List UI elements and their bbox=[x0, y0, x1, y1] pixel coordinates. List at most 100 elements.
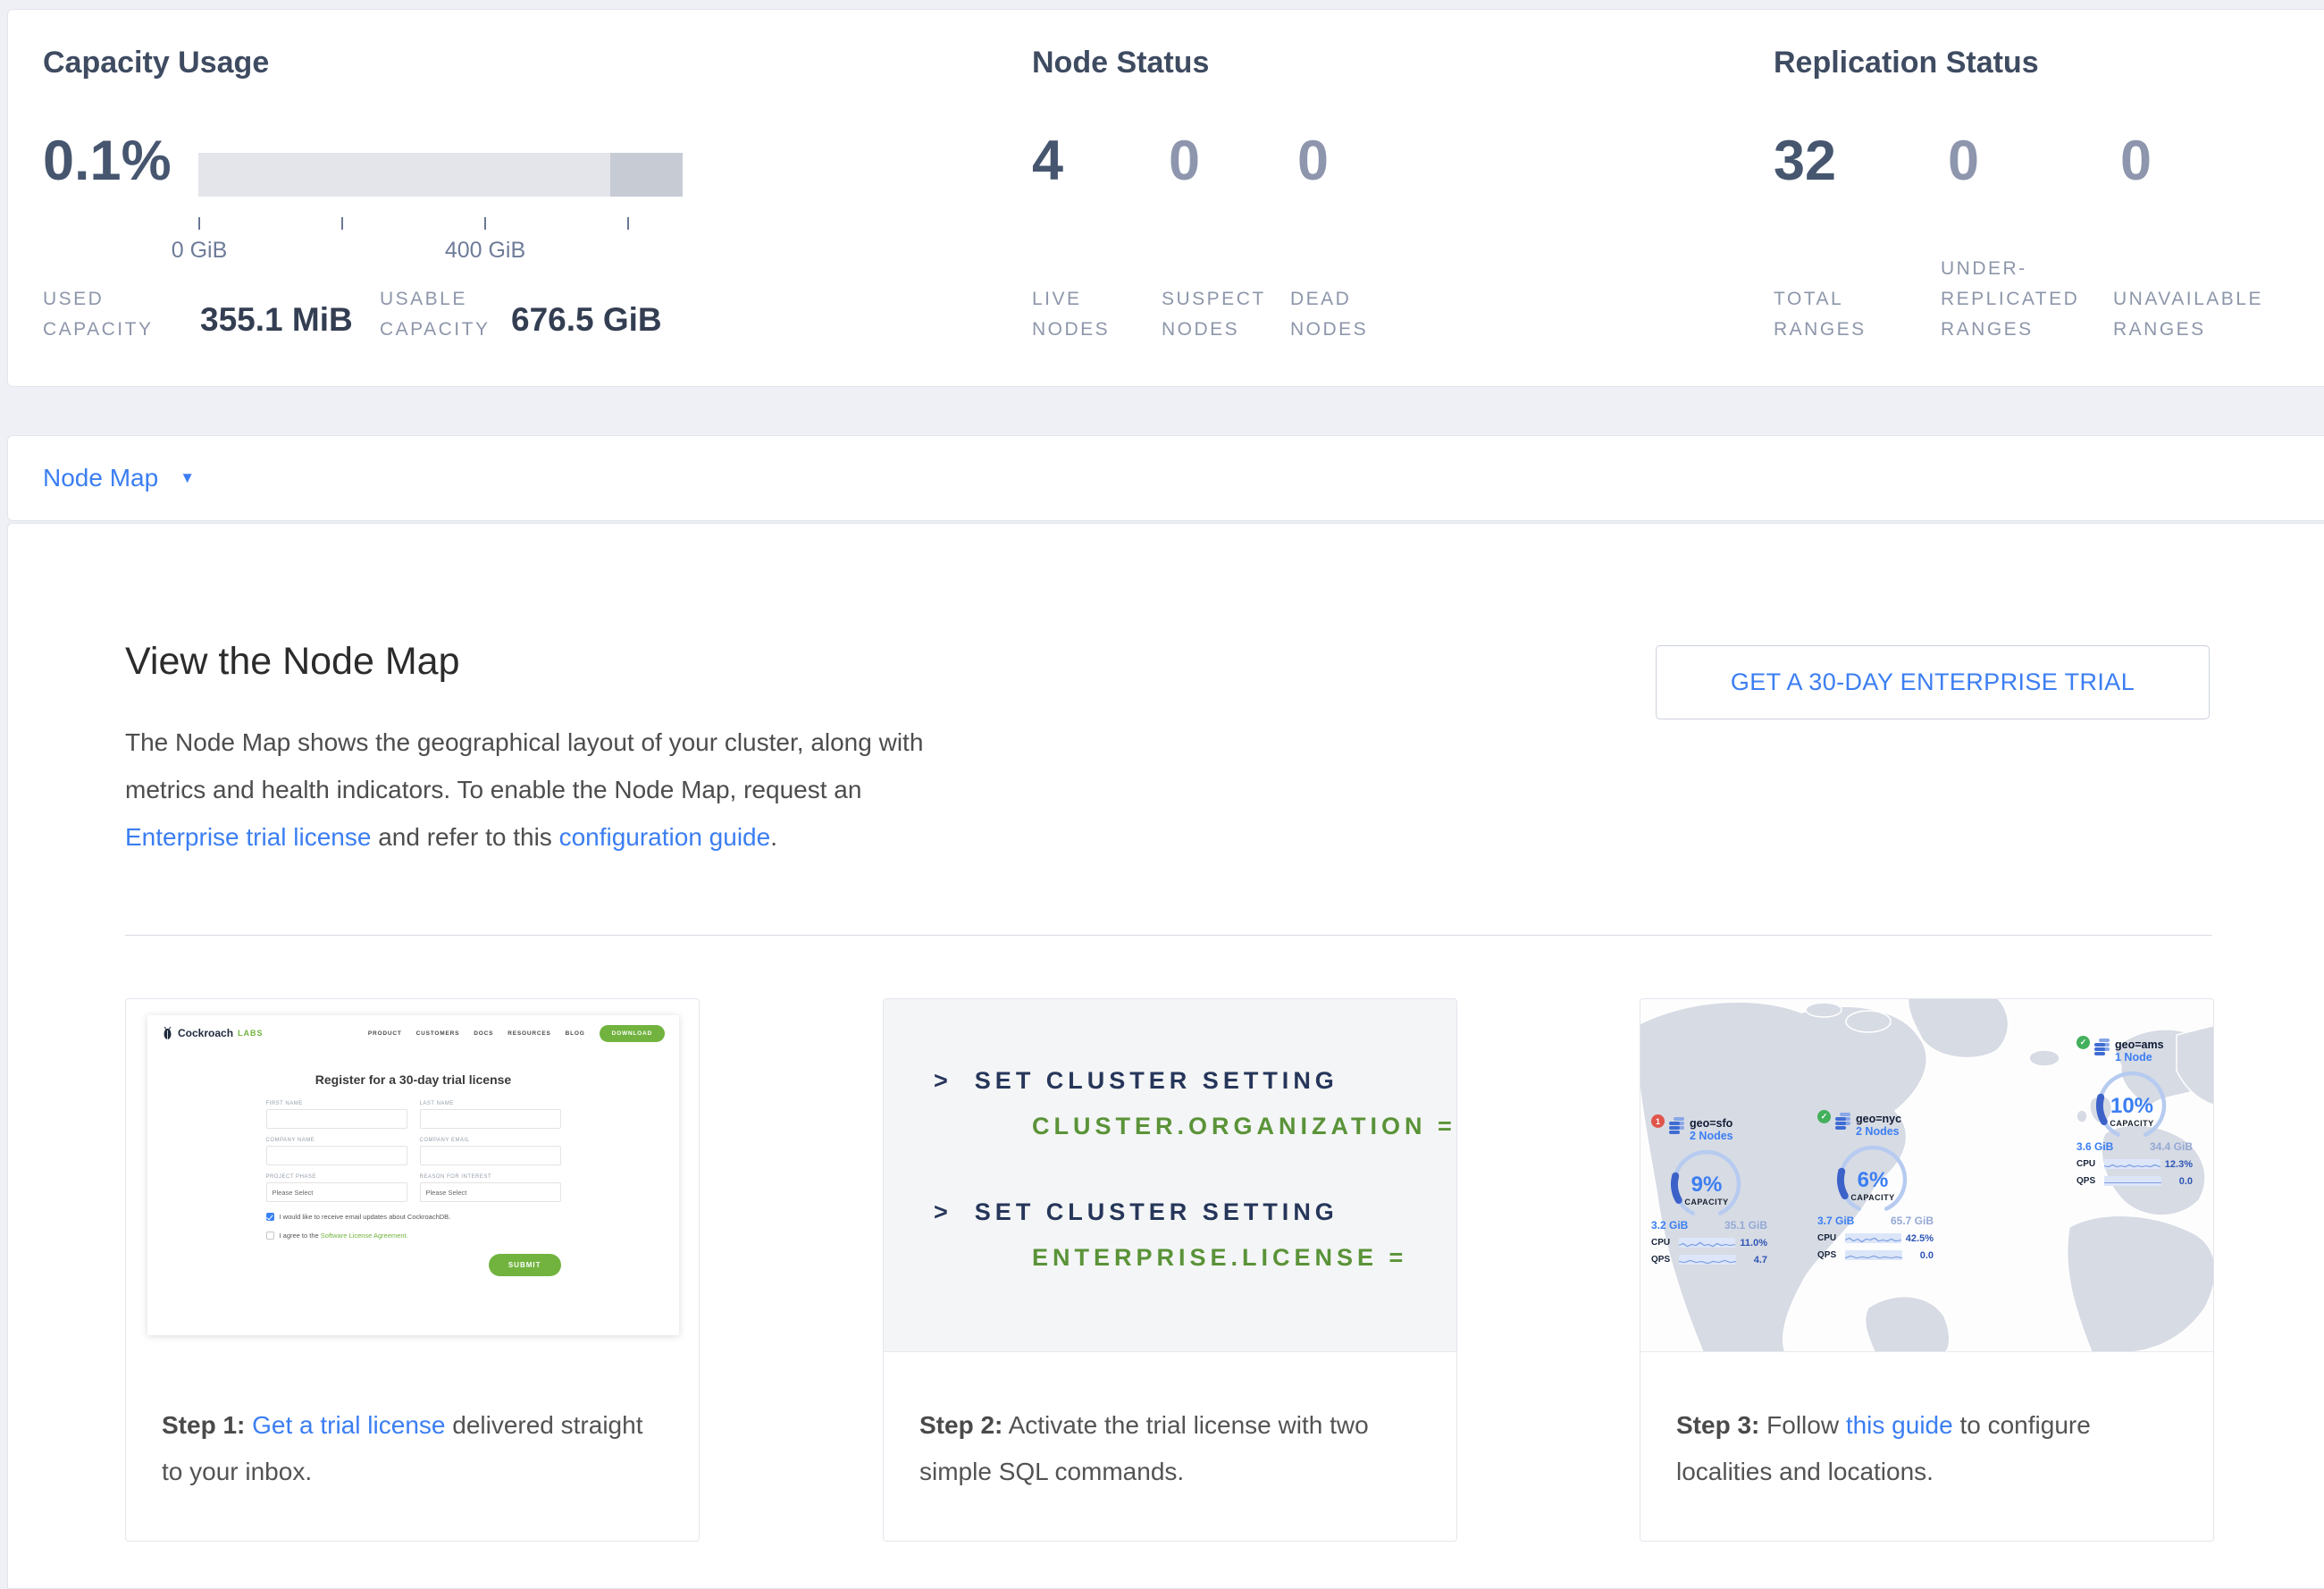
under-replicated-label: UNDER-REPLICATED RANGES bbox=[1941, 254, 2110, 345]
cluster-overview-page: Capacity Usage 0.1% 0 GiB 400 GiB USED C… bbox=[0, 0, 2324, 1589]
locality-nyc[interactable]: ✓ geo=nyc 2 Nodes 6% CAPACITY bbox=[1817, 1113, 1934, 1261]
sql-statement: > SET CLUSTER SETTING bbox=[934, 1197, 1456, 1227]
qps-label: QPS bbox=[1817, 1250, 1841, 1260]
nav-item-customers[interactable]: CUSTOMERS bbox=[416, 1030, 460, 1037]
license-agree-label: I agree to the Software License Agreemen… bbox=[280, 1232, 408, 1240]
qps-sparkline bbox=[2104, 1176, 2161, 1186]
capacity-usage-percent: 0.1% bbox=[43, 130, 172, 192]
nav-item-product[interactable]: PRODUCT bbox=[368, 1030, 402, 1037]
capacity-percent: 6% bbox=[1858, 1168, 1889, 1192]
form-field: REASON FOR INTEREST Please Select bbox=[420, 1174, 561, 1202]
dead-nodes-label: DEAD NODES bbox=[1290, 284, 1397, 345]
cpu-value: 12.3% bbox=[2165, 1159, 2193, 1170]
form-field: COMPANY NAME bbox=[266, 1138, 407, 1165]
cpu-row: CPU 11.0% bbox=[1651, 1237, 1767, 1248]
sql-commands: > SET CLUSTER SETTING CLUSTER.ORGANIZATI… bbox=[934, 1065, 1456, 1273]
total-value: 34.4 GiB bbox=[2150, 1140, 2193, 1153]
company-email-input[interactable] bbox=[420, 1146, 561, 1165]
locality-sfo[interactable]: 1 geo=sfo 2 Nodes 9% CAPACITY bbox=[1651, 1117, 1767, 1265]
unavailable-value: 0 bbox=[2120, 130, 2152, 192]
locality-name: geo=nyc bbox=[1856, 1113, 1901, 1125]
cpu-value: 11.0% bbox=[1740, 1238, 1767, 1248]
axis-tick-label-mid: 400 GiB bbox=[414, 238, 557, 264]
step1-caption: Step 1: Get a trial license delivered st… bbox=[126, 1352, 699, 1495]
total-ranges-label: TOTAL RANGES bbox=[1774, 284, 1899, 345]
last-name-input[interactable] bbox=[420, 1109, 561, 1129]
project-phase-select[interactable]: Please Select bbox=[266, 1182, 407, 1202]
dead-nodes-value: 0 bbox=[1297, 130, 1329, 192]
this-guide-link[interactable]: this guide bbox=[1846, 1411, 1953, 1439]
download-button[interactable]: DOWNLOAD bbox=[600, 1025, 665, 1042]
used-capacity-value: 355.1 MiB bbox=[200, 302, 353, 339]
sql-statement: > SET CLUSTER SETTING bbox=[934, 1065, 1456, 1096]
sql-argument: CLUSTER.ORGANIZATION = bbox=[1032, 1111, 1456, 1141]
cpu-label: CPU bbox=[2076, 1159, 2100, 1169]
step3-label: Step 3: bbox=[1676, 1411, 1759, 1439]
used-capacity-label: USED CAPACITY bbox=[43, 284, 177, 345]
capacity-values: 3.2 GiB 35.1 GiB bbox=[1651, 1219, 1767, 1232]
locality-name: geo=sfo bbox=[1690, 1117, 1733, 1130]
qps-label: QPS bbox=[1651, 1255, 1674, 1265]
brand-name: Cockroach bbox=[178, 1027, 233, 1039]
capacity-usage-title: Capacity Usage bbox=[43, 46, 269, 80]
cpu-sparkline bbox=[1845, 1233, 1901, 1243]
node-map-dropdown-label: Node Map bbox=[43, 464, 158, 492]
field-label: FIRST NAME bbox=[266, 1101, 407, 1106]
form-title: Register for a 30-day trial license bbox=[266, 1072, 561, 1087]
configuration-guide-link[interactable]: configuration guide bbox=[559, 823, 771, 851]
locality-header: ✓ geo=nyc 2 Nodes bbox=[1817, 1113, 1934, 1139]
enterprise-trial-license-link[interactable]: Enterprise trial license bbox=[125, 823, 371, 851]
section-divider bbox=[125, 935, 2212, 936]
used-value: 3.7 GiB bbox=[1817, 1215, 1854, 1227]
capacity-percent: 9% bbox=[1691, 1173, 1723, 1197]
get-trial-license-link[interactable]: Get a trial license bbox=[252, 1411, 445, 1439]
step2-card: > SET CLUSTER SETTING CLUSTER.ORGANIZATI… bbox=[883, 998, 1457, 1542]
capacity-percent: 10% bbox=[2110, 1094, 2153, 1118]
license-agree-checkbox[interactable] bbox=[266, 1232, 274, 1240]
capacity-gauge-label: CAPACITY bbox=[1684, 1198, 1728, 1206]
nav-item-resources[interactable]: RESOURCES bbox=[508, 1030, 550, 1037]
error-badge: 1 bbox=[1651, 1114, 1665, 1128]
qps-value: 0.0 bbox=[2166, 1176, 2193, 1187]
field-label: COMPANY EMAIL bbox=[420, 1138, 561, 1143]
node-map-dropdown[interactable]: Node Map ▼ bbox=[43, 435, 195, 521]
form-field: LAST NAME bbox=[420, 1101, 561, 1129]
capacity-gauge: 9% CAPACITY bbox=[1651, 1148, 1762, 1216]
submit-button[interactable]: SUBMIT bbox=[489, 1254, 561, 1276]
field-label: PROJECT PHASE bbox=[266, 1174, 407, 1180]
statement-text: SET CLUSTER SETTING bbox=[975, 1198, 1338, 1225]
first-name-input[interactable] bbox=[266, 1109, 407, 1129]
locality-node-count: 2 Nodes bbox=[1690, 1130, 1733, 1143]
live-nodes-label: LIVE NODES bbox=[1032, 284, 1139, 345]
locality-ams[interactable]: ✓ geo=ams 1 Node 10% CAPACITY bbox=[2076, 1038, 2193, 1187]
form-field: FIRST NAME bbox=[266, 1101, 407, 1129]
description-text: The Node Map shows the geographical layo… bbox=[125, 728, 923, 803]
site-header: Cockroach LABS PRODUCT CUSTOMERS DOCS RE… bbox=[147, 1015, 679, 1051]
email-updates-label: I would like to receive email updates ab… bbox=[280, 1213, 451, 1221]
sql-command: > SET CLUSTER SETTING ENTERPRISE.LICENSE… bbox=[934, 1197, 1456, 1273]
email-updates-checkbox[interactable] bbox=[266, 1213, 274, 1221]
locality-node-count: 2 Nodes bbox=[1856, 1125, 1901, 1139]
step1-label: Step 1: bbox=[162, 1411, 245, 1439]
healthy-badge: ✓ bbox=[1817, 1110, 1831, 1123]
caption-text: Follow bbox=[1759, 1411, 1845, 1439]
chevron-down-icon: ▼ bbox=[180, 469, 195, 487]
under-replicated-value: 0 bbox=[1948, 130, 1979, 192]
axis-tick bbox=[484, 217, 486, 230]
used-value: 3.2 GiB bbox=[1651, 1219, 1688, 1232]
reason-for-interest-select[interactable]: Please Select bbox=[420, 1182, 561, 1202]
nav-item-docs[interactable]: DOCS bbox=[474, 1030, 493, 1037]
database-stack-icon bbox=[1835, 1113, 1851, 1131]
field-label: REASON FOR INTEREST bbox=[420, 1174, 561, 1180]
locality-node-count: 1 Node bbox=[2115, 1051, 2164, 1064]
capacity-gauge: 10% CAPACITY bbox=[2076, 1070, 2187, 1138]
cpu-sparkline bbox=[1679, 1238, 1735, 1248]
enterprise-trial-button[interactable]: GET A 30-DAY ENTERPRISE TRIAL bbox=[1656, 645, 2210, 719]
qps-sparkline bbox=[1845, 1250, 1902, 1260]
cockroach-site-screenshot: Cockroach LABS PRODUCT CUSTOMERS DOCS RE… bbox=[147, 1015, 679, 1335]
step2-caption: Step 2: Activate the trial license with … bbox=[884, 1352, 1456, 1495]
company-name-input[interactable] bbox=[266, 1146, 407, 1165]
software-license-link[interactable]: Software License Agreement. bbox=[321, 1232, 408, 1240]
nav-item-blog[interactable]: BLOG bbox=[566, 1030, 585, 1037]
database-stack-icon bbox=[2094, 1038, 2110, 1056]
